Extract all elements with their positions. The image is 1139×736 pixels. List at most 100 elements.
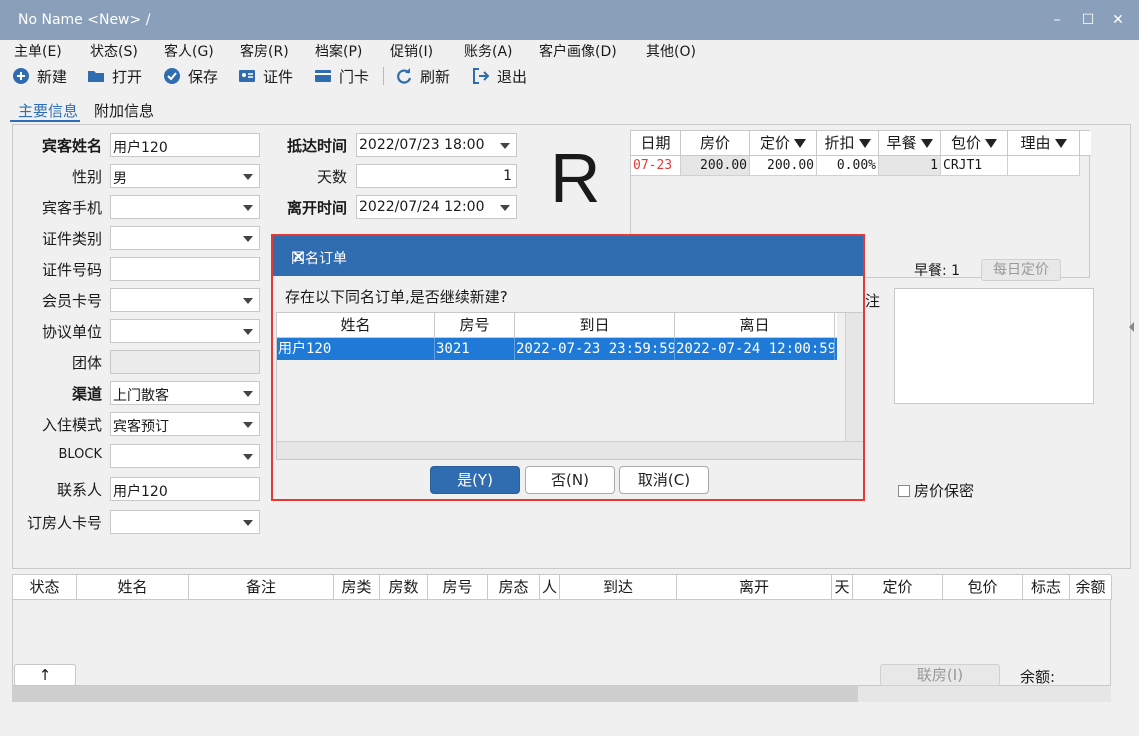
col-flag[interactable]: 标志 [1023, 575, 1070, 599]
link-room-button[interactable]: 联房(I) [880, 664, 1000, 686]
id-type-select[interactable] [110, 226, 260, 250]
no-button[interactable]: 否(N) [525, 466, 615, 494]
contact-label: 联系人 [56, 481, 102, 499]
tab-main-info[interactable]: 主要信息 [18, 100, 78, 121]
col-memo[interactable]: 备注 [189, 575, 334, 599]
menu-status[interactable]: 状态(S) [90, 41, 138, 61]
rate-col-discount[interactable]: 折扣 [817, 131, 879, 155]
vertical-scrollbar[interactable] [845, 313, 863, 441]
col-arrival[interactable]: 到达 [560, 575, 677, 599]
price-secret-checkbox[interactable]: 房价保密 [898, 480, 974, 501]
channel-select[interactable]: 上门散客 [110, 381, 260, 405]
scrollbar-thumb[interactable] [12, 686, 858, 702]
departure-input[interactable]: 2022/07/24 12:00 [356, 195, 517, 219]
filter-icon[interactable] [985, 138, 997, 148]
maximize-button[interactable]: ☐ [1078, 10, 1098, 30]
rate-col-price[interactable]: 房价 [681, 131, 750, 155]
dlg-col-arrive[interactable]: 到日 [515, 313, 675, 337]
col-room-type[interactable]: 房类 [334, 575, 380, 599]
guest-name-input[interactable]: 用户120 [110, 133, 260, 157]
col-persons[interactable]: 人 [540, 575, 560, 599]
dlg-col-room[interactable]: 房号 [435, 313, 515, 337]
dlg-cell-arrive: 2022-07-23 23:59:59 [515, 338, 675, 360]
block-select[interactable] [110, 444, 260, 468]
dlg-col-depart[interactable]: 离日 [675, 313, 835, 337]
menu-promotion[interactable]: 促销(I) [390, 41, 433, 61]
move-up-button[interactable]: ↑ [14, 664, 76, 686]
new-label: 新建 [37, 67, 68, 86]
days-input[interactable]: 1 [356, 164, 517, 188]
cancel-button[interactable]: 取消(C) [619, 466, 709, 494]
col-room-state[interactable]: 房态 [488, 575, 540, 599]
col-package[interactable]: 包价 [943, 575, 1023, 599]
dlg-col-name[interactable]: 姓名 [277, 313, 435, 337]
horizontal-scrollbar[interactable] [12, 686, 1111, 702]
minimize-button[interactable]: – [1047, 10, 1067, 30]
mobile-select[interactable] [110, 195, 260, 219]
col-room-count[interactable]: 房数 [380, 575, 428, 599]
table-row[interactable]: 07-23 200.00 200.00 0.00% 1 CRJT1 [631, 156, 1091, 176]
rate-col-date[interactable]: 日期 [631, 131, 681, 155]
checkbox-icon[interactable] [898, 484, 910, 497]
yes-button[interactable]: 是(Y) [430, 466, 520, 494]
group-label: 团体 [71, 354, 102, 372]
close-button[interactable]: ✕ [1108, 10, 1128, 30]
col-status[interactable]: 状态 [13, 575, 77, 599]
close-icon[interactable]: ✕ [291, 248, 851, 268]
rate-col-reason[interactable]: 理由 [1008, 131, 1080, 155]
table-row[interactable]: 用户120 3021 2022-07-23 23:59:59 2022-07-2… [277, 338, 837, 360]
refresh-button[interactable]: 刷新 [395, 65, 450, 87]
price-secret-label: 房价保密 [914, 482, 975, 500]
menu-customer-profile[interactable]: 客户画像(D) [539, 41, 617, 61]
open-button[interactable]: 打开 [87, 65, 142, 87]
col-list-price[interactable]: 定价 [853, 575, 943, 599]
days-label: 天数 [316, 168, 347, 186]
menu-guest[interactable]: 客人(G) [164, 41, 214, 61]
id-card-button[interactable]: 证件 [238, 65, 293, 87]
title-bar: No Name <New> / – ☐ ✕ [0, 0, 1139, 40]
col-days[interactable]: 天 [832, 575, 853, 599]
rate-cell-package: CRJT1 [941, 156, 1008, 176]
id-no-input[interactable] [110, 257, 260, 281]
filter-icon[interactable] [794, 138, 806, 148]
col-name[interactable]: 姓名 [77, 575, 189, 599]
toolbar: 新建 打开 保存 证件 门卡 刷新 退出 [0, 62, 1139, 90]
menu-account[interactable]: 账务(A) [464, 41, 513, 61]
checkin-mode-value: 宾客预订 [113, 419, 169, 435]
checkin-mode-select[interactable]: 宾客预订 [110, 412, 260, 436]
col-departure[interactable]: 离开 [677, 575, 832, 599]
rate-col-breakfast[interactable]: 早餐 [879, 131, 941, 155]
collapse-arrow-icon[interactable] [1129, 322, 1134, 332]
menu-profile[interactable]: 档案(P) [315, 41, 362, 61]
filter-icon[interactable] [920, 138, 933, 148]
new-button[interactable]: 新建 [12, 65, 67, 87]
memo-textarea[interactable] [894, 288, 1094, 404]
menu-other[interactable]: 其他(O) [646, 41, 696, 61]
door-card-button[interactable]: 门卡 [314, 65, 369, 87]
agreement-select[interactable] [110, 319, 260, 343]
arrival-input[interactable]: 2022/07/23 18:00 [356, 133, 517, 157]
gender-label: 性别 [71, 168, 102, 186]
breakfast-summary: 早餐: 1 [914, 260, 960, 280]
chevron-down-icon [243, 329, 253, 335]
horizontal-scrollbar[interactable] [277, 441, 863, 459]
menu-room[interactable]: 客房(R) [240, 41, 289, 61]
daily-rate-button[interactable]: 每日定价 [981, 259, 1061, 281]
contact-input[interactable]: 用户120 [110, 477, 260, 501]
gender-select[interactable]: 男 [110, 164, 260, 188]
col-balance[interactable]: 余额 [1070, 575, 1112, 599]
id-no-label: 证件号码 [41, 261, 102, 279]
save-button[interactable]: 保存 [163, 65, 218, 87]
rate-col-list-price[interactable]: 定价 [750, 131, 817, 155]
rate-col-package[interactable]: 包价 [941, 131, 1008, 155]
member-card-select[interactable] [110, 288, 260, 312]
filter-icon[interactable] [858, 138, 871, 148]
filter-icon[interactable] [1054, 138, 1067, 148]
menu-main[interactable]: 主单(E) [14, 41, 62, 61]
exit-button[interactable]: 退出 [472, 65, 527, 87]
tab-bar: 主要信息 附加信息 [10, 96, 1130, 122]
tab-extra-info[interactable]: 附加信息 [94, 100, 154, 121]
col-room-no[interactable]: 房号 [428, 575, 488, 599]
checkin-mode-label: 入住模式 [41, 416, 102, 434]
booker-card-select[interactable] [110, 510, 260, 534]
